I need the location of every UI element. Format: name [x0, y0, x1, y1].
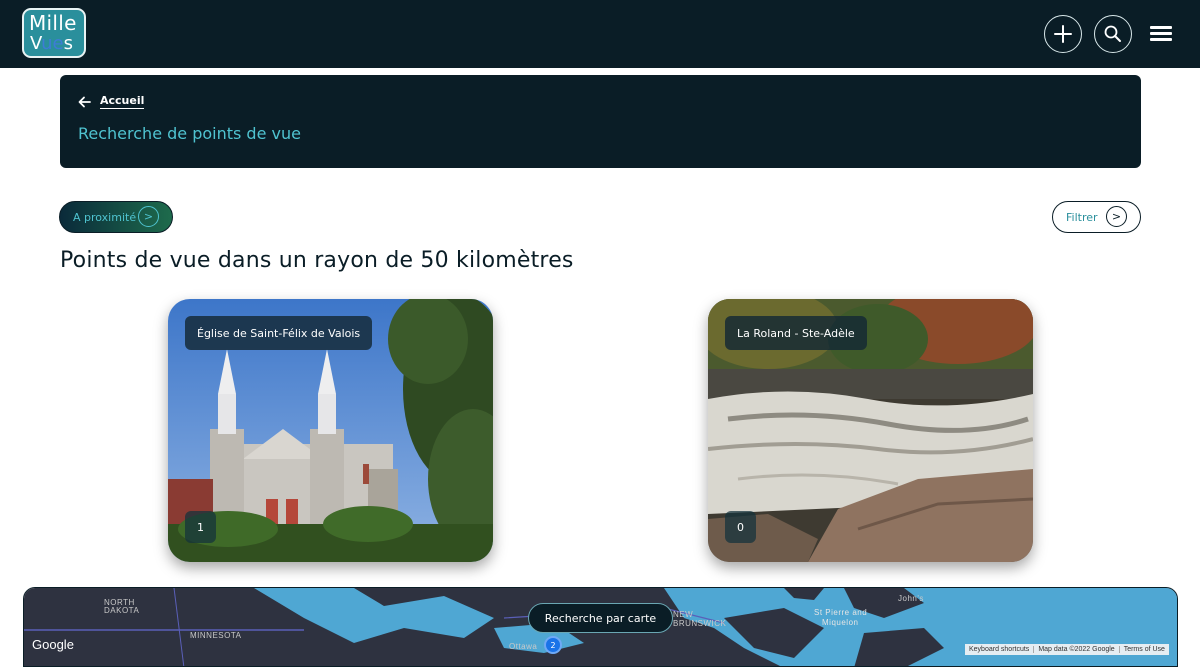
map-place-label: John's	[898, 594, 924, 603]
viewpoint-card[interactable]: Église de Saint-Félix de Valois 1	[168, 299, 493, 562]
hamburger-menu-icon[interactable]	[1148, 24, 1174, 42]
map-cluster-marker[interactable]: 2	[544, 636, 562, 654]
viewpoint-name: Église de Saint-Félix de Valois	[185, 316, 373, 350]
logo-text-line1: Mille	[29, 11, 77, 35]
filter-button[interactable]: Filtrer >	[1052, 201, 1141, 233]
back-home-link[interactable]: Accueil	[78, 94, 145, 109]
add-button[interactable]	[1044, 15, 1082, 53]
map-place-label: Miquelon	[822, 618, 859, 627]
search-button[interactable]	[1094, 15, 1132, 53]
map-search-button[interactable]: Recherche par carte	[528, 603, 673, 633]
logo-text-line2: Vues	[30, 33, 73, 54]
viewpoint-count-badge: 1	[185, 511, 216, 543]
map-place-label: MINNESOTA	[190, 631, 242, 640]
plus-icon	[1054, 25, 1072, 43]
page-title: Recherche de points de vue	[78, 124, 301, 143]
terms-of-use-link[interactable]: Terms of Use	[1120, 646, 1169, 653]
chevron-right-icon: >	[1106, 206, 1127, 227]
back-home-label: Accueil	[100, 94, 145, 109]
chevron-right-icon: >	[138, 206, 159, 227]
top-navbar	[0, 0, 1200, 68]
filter-label: Filtrer	[1066, 210, 1098, 224]
map-place-label: NEW	[673, 610, 694, 619]
map-attribution: Keyboard shortcuts Map data ©2022 Google…	[965, 644, 1169, 655]
map-place-label: Ottawa	[509, 642, 538, 651]
arrow-left-icon	[78, 96, 91, 107]
viewpoint-name: La Roland - Ste-Adèle	[725, 316, 867, 350]
search-icon	[1104, 25, 1121, 42]
viewpoint-card[interactable]: La Roland - Ste-Adèle 0	[708, 299, 1033, 562]
google-logo: Google	[32, 637, 74, 652]
keyboard-shortcuts-link[interactable]: Keyboard shortcuts	[965, 646, 1035, 653]
results-heading: Points de vue dans un rayon de 50 kilomè…	[60, 248, 574, 273]
map-place-label: DAKOTA	[104, 606, 140, 615]
map-place-label: St Pierre and	[814, 608, 868, 617]
nearby-filter-label: A proximité	[73, 210, 137, 224]
viewpoint-count-badge: 0	[725, 511, 756, 543]
map-place-label: BRUNSWICK	[673, 619, 727, 628]
page-header-panel	[60, 75, 1141, 168]
map-data-credit: Map data ©2022 Google	[1034, 646, 1120, 653]
nearby-filter-button[interactable]: A proximité >	[59, 201, 173, 233]
app-logo[interactable]: Mille Vues	[22, 8, 86, 58]
